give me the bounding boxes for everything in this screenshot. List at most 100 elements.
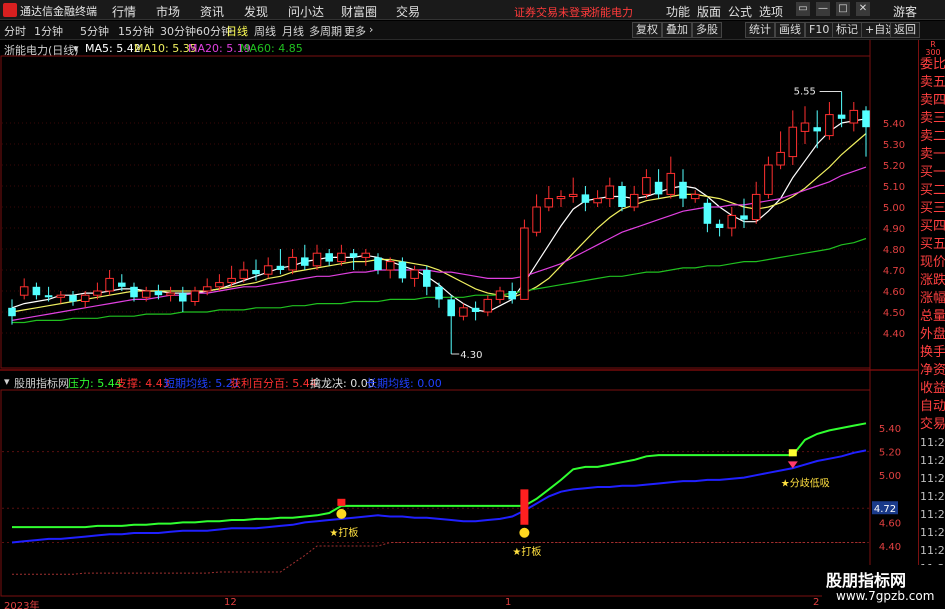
- maximize-button[interactable]: □: [836, 2, 850, 16]
- candle-body: [44, 295, 53, 298]
- period-multi[interactable]: 多周期: [309, 23, 342, 39]
- right-panel-item[interactable]: 卖三: [919, 110, 945, 127]
- short-line-value: 短期均线: 5.21: [164, 377, 240, 390]
- minimize-button[interactable]: —: [816, 2, 830, 16]
- kline-panel-border: [0, 55, 871, 369]
- candle-body: [740, 215, 748, 220]
- fuquan-button[interactable]: 复权: [632, 22, 662, 38]
- period-weekly[interactable]: 周线: [254, 23, 276, 39]
- period-daily[interactable]: 日线: [226, 23, 248, 39]
- candle: [837, 91, 846, 128]
- tool-banmian[interactable]: 版面: [697, 3, 721, 20]
- right-panel-item[interactable]: 总量: [919, 308, 945, 325]
- menu-jiaoyi[interactable]: 交易: [396, 3, 420, 20]
- indicator-axis-label: 5.00: [879, 471, 901, 482]
- back-button[interactable]: 返回: [890, 22, 920, 38]
- right-panel-item[interactable]: 收益: [919, 380, 945, 397]
- window-mode-button[interactable]: ▭: [796, 2, 810, 16]
- right-panel-item[interactable]: 11:29: [919, 506, 945, 523]
- f10-button[interactable]: F10: [805, 22, 834, 38]
- candle-body: [776, 151, 785, 166]
- chart-area[interactable]: ★打板 ★打板 ★分歧低吸 5.55 4.30 5.40 5.30 5.20 5.10 5.0…: [0, 40, 918, 597]
- period-15min[interactable]: 15分钟: [118, 23, 154, 39]
- candle-body: [19, 286, 29, 296]
- menu-zixun[interactable]: 资讯: [200, 3, 224, 20]
- indicator-expand-icon[interactable]: ▾: [4, 375, 10, 388]
- candle-body: [837, 114, 846, 119]
- candle: [32, 282, 41, 300]
- candle: [69, 291, 77, 306]
- right-panel-item[interactable]: 11:29: [919, 542, 945, 559]
- right-panel-item[interactable]: 交易: [919, 416, 945, 433]
- candle-body: [764, 164, 773, 195]
- candle: [740, 198, 748, 228]
- right-panel-item[interactable]: 外盘: [919, 326, 945, 343]
- candle-body: [423, 270, 431, 287]
- period-30min[interactable]: 30分钟: [160, 23, 196, 39]
- trade-login-warning[interactable]: 证券交易未登录: [514, 4, 591, 20]
- menu-caifuquan[interactable]: 财富圈: [341, 3, 377, 20]
- overlay-button[interactable]: 叠加: [662, 22, 692, 38]
- mark-button[interactable]: 标记: [832, 22, 862, 38]
- right-panel-item[interactable]: 卖二: [919, 128, 945, 145]
- date-label-12: 12: [224, 597, 237, 608]
- candle: [166, 286, 175, 302]
- candle: [532, 194, 541, 237]
- right-panel-item[interactable]: 卖五: [919, 74, 945, 91]
- right-panel-item[interactable]: 买五: [919, 236, 945, 253]
- candle: [679, 169, 687, 207]
- right-panel-item[interactable]: 委比: [919, 56, 945, 73]
- draw-line-button[interactable]: 画线: [775, 22, 805, 38]
- price-grid: [2, 122, 870, 334]
- right-panel-item[interactable]: 11:29: [919, 470, 945, 487]
- menu-shichang[interactable]: 市场: [156, 3, 180, 20]
- menu-wenxiaoda[interactable]: 问小达: [288, 3, 324, 20]
- right-panel-item[interactable]: 11:29: [919, 434, 945, 451]
- menu-faxian[interactable]: 发现: [244, 3, 268, 20]
- right-panel-item[interactable]: 涨跌: [919, 272, 945, 289]
- period-monthly[interactable]: 月线: [282, 23, 304, 39]
- period-5min[interactable]: 5分钟: [80, 23, 109, 39]
- tool-gongneng[interactable]: 功能: [666, 3, 690, 20]
- candle: [727, 207, 737, 237]
- indicator-axis-label: 5.40: [879, 424, 901, 435]
- candle-body: [154, 291, 163, 296]
- candle-body: [618, 186, 626, 207]
- right-panel-item[interactable]: 卖四: [919, 92, 945, 109]
- period-1min[interactable]: 1分钟: [34, 23, 63, 39]
- user-guest[interactable]: 游客: [893, 3, 917, 20]
- right-panel-item[interactable]: 换手: [919, 344, 945, 361]
- right-panel-item[interactable]: 11:29: [919, 524, 945, 541]
- right-panel-item[interactable]: 买三: [919, 200, 945, 217]
- period-fenshi[interactable]: 分时: [4, 23, 26, 39]
- high-price-label: 5.55: [794, 87, 816, 98]
- right-panel-item[interactable]: 现价: [919, 254, 945, 271]
- price-axis-label: 4.90: [883, 224, 905, 235]
- candle-body: [385, 261, 395, 271]
- period-more[interactable]: 更多: [344, 23, 366, 39]
- low-price-label: 4.30: [460, 350, 482, 361]
- candle-body: [202, 286, 212, 292]
- right-panel-item[interactable]: 自动: [919, 398, 945, 415]
- close-button[interactable]: ✕: [856, 2, 870, 16]
- right-panel-item[interactable]: 卖一: [919, 146, 945, 163]
- candle-body: [605, 185, 615, 200]
- right-panel-item[interactable]: 买二: [919, 182, 945, 199]
- tool-xuanxiang[interactable]: 选项: [759, 3, 783, 20]
- right-panel-item[interactable]: 11:29: [919, 488, 945, 505]
- candle-body: [435, 286, 443, 300]
- multi-stock-button[interactable]: 多股: [692, 22, 722, 38]
- right-panel-item[interactable]: 净资: [919, 362, 945, 379]
- tool-gongshi[interactable]: 公式: [728, 3, 752, 20]
- price-axis: 5.40 5.30 5.20 5.10 5.00 4.90 4.80 4.70 4.60 4.50…: [872, 119, 905, 553]
- right-panel-item[interactable]: 买一: [919, 164, 945, 181]
- stats-button[interactable]: 统计: [745, 22, 775, 38]
- candle: [556, 190, 566, 207]
- menu-hangqing[interactable]: 行情: [112, 3, 136, 20]
- chevron-right-icon[interactable]: ›: [369, 23, 373, 36]
- right-panel-item[interactable]: 11:29: [919, 452, 945, 469]
- candle: [459, 303, 468, 321]
- right-panel-item[interactable]: 涨幅: [919, 290, 945, 307]
- right-panel-item[interactable]: 买四: [919, 218, 945, 235]
- price-axis-label: 5.10: [883, 182, 905, 193]
